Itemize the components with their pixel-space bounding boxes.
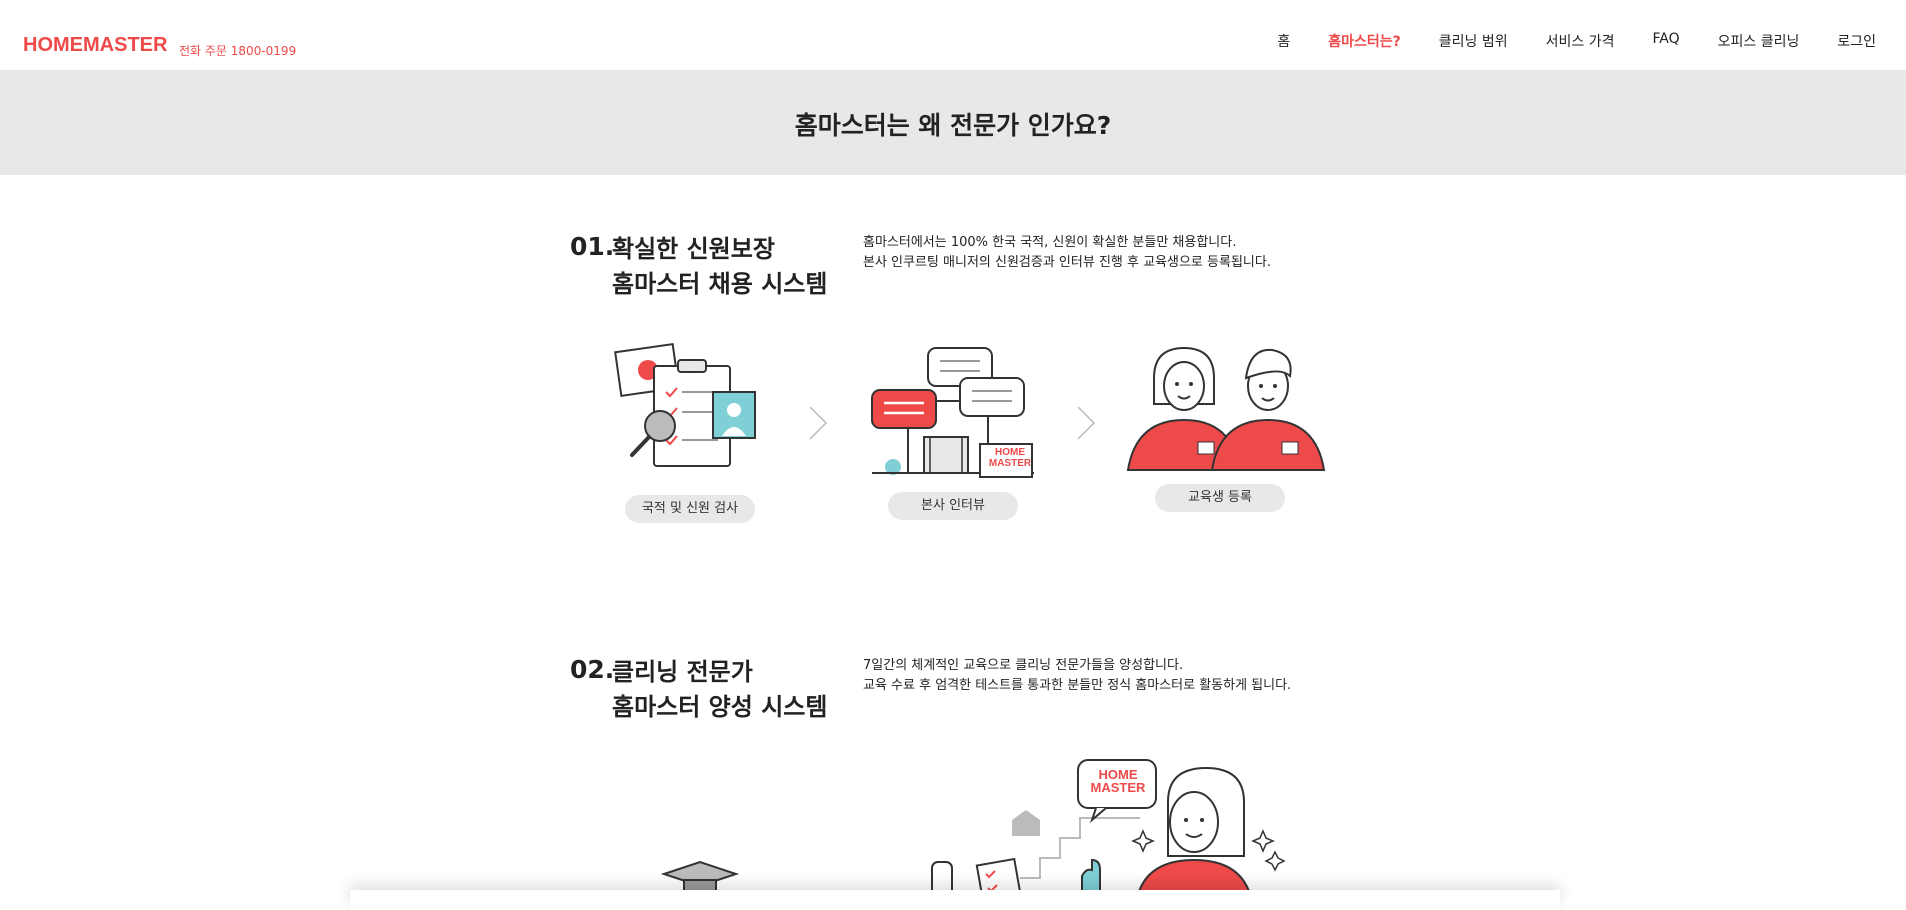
homemaster-bubble: HOME MASTER: [1090, 767, 1146, 795]
section-description: 홈마스터에서는 100% 한국 국적, 신원이 확실한 분들만 채용합니다. 본…: [863, 233, 1271, 273]
page-banner: 홈마스터는 왜 전문가 인가요?: [0, 70, 1906, 175]
nav-about[interactable]: 홈마스터는?: [1328, 31, 1401, 51]
section-desc-line2: 본사 인쿠르팅 매니저의 신원검증과 인터뷰 진행 후 교육생으로 등록됩니다.: [863, 255, 1271, 270]
phone-order: 전화 주문 1800-0199: [179, 44, 297, 58]
trainees-illustration: [1126, 346, 1326, 471]
step-trainee-registration: 교육생 등록: [1126, 342, 1326, 512]
section-title: 확실한 신원보장 홈마스터 채용 시스템: [612, 232, 827, 302]
training-illustration: HOME MASTER: [620, 758, 1300, 907]
logo[interactable]: HOMEMASTER: [23, 34, 167, 57]
section-desc-line2: 교육 수료 후 엄격한 테스트를 통과한 분들만 정식 홈마스터로 활동하게 됩…: [863, 678, 1292, 693]
section-title-line2: 홈마스터 채용 시스템: [612, 270, 828, 298]
homemaster-badge: HOME MASTER: [988, 447, 1032, 469]
nav-home[interactable]: 홈: [1277, 31, 1290, 51]
identity-check-illustration: [614, 343, 756, 467]
step-identity-check: 국적 및 신원 검사: [610, 340, 780, 523]
step-interview: HOME MASTER 본사 인터뷰: [868, 345, 1038, 520]
nav-faq[interactable]: FAQ: [1653, 31, 1680, 51]
step-label-interview: 본사 인터뷰: [888, 492, 1018, 520]
section-title-line1: 확실한 신원보장: [612, 235, 775, 263]
section-desc-line1: 7일간의 체계적인 교육으로 클리닝 전문가들을 양성합니다.: [863, 658, 1184, 673]
step-label-identity-check: 국적 및 신원 검사: [625, 495, 755, 523]
section-number: 02.: [570, 655, 615, 684]
section-number: 01.: [570, 232, 615, 261]
chevron-right-icon: [1077, 406, 1096, 440]
nav-login[interactable]: 로그인: [1837, 31, 1876, 51]
content-panel-edge: [350, 890, 1560, 910]
section-training-system: 02. 클리닝 전문가 홈마스터 양성 시스템 7일간의 체계적인 교육으로 클…: [570, 655, 1350, 745]
section-title-line2: 홈마스터 양성 시스템: [612, 693, 828, 721]
site-header: HOMEMASTER 전화 주문 1800-0199 홈 홈마스터는? 클리닝 …: [0, 0, 1906, 70]
section-desc-line1: 홈마스터에서는 100% 한국 국적, 신원이 확실한 분들만 채용합니다.: [863, 235, 1237, 250]
step-label-trainee: 교육생 등록: [1155, 484, 1285, 512]
chevron-right-icon: [809, 406, 828, 440]
page-title: 홈마스터는 왜 전문가 인가요?: [794, 111, 1112, 140]
section-title: 클리닝 전문가 홈마스터 양성 시스템: [612, 655, 827, 725]
training-scene: [660, 759, 1286, 907]
nav-cleaning-scope[interactable]: 클리닝 범위: [1439, 31, 1508, 51]
main-nav: 홈 홈마스터는? 클리닝 범위 서비스 가격 FAQ 오피스 클리닝 로그인: [1277, 31, 1876, 51]
section-description: 7일간의 체계적인 교육으로 클리닝 전문가들을 양성합니다. 교육 수료 후 …: [863, 656, 1291, 696]
nav-office-cleaning[interactable]: 오피스 클리닝: [1718, 31, 1800, 51]
section-title-line1: 클리닝 전문가: [612, 658, 753, 686]
nav-pricing[interactable]: 서비스 가격: [1546, 31, 1615, 51]
